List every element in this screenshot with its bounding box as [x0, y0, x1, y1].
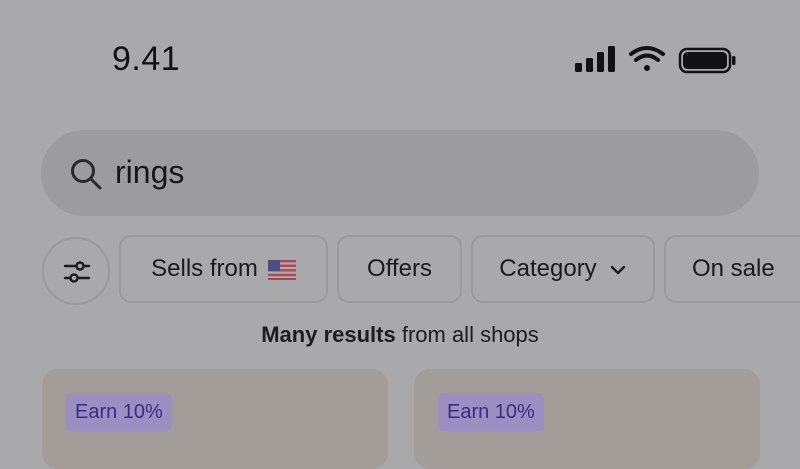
product-card[interactable]: Earn 10% [414, 369, 760, 469]
sliders-icon [63, 261, 91, 283]
earn-badge: Earn 10% [66, 393, 172, 431]
earn-badge: Earn 10% [438, 393, 544, 431]
filter-chip-label: On sale [692, 255, 775, 282]
filter-chip-label: Offers [367, 255, 432, 282]
status-icons [573, 44, 743, 80]
search-bar[interactable]: rings [41, 130, 759, 216]
us-flag-icon [267, 259, 296, 280]
battery-icon [678, 47, 736, 74]
filter-chip-sells-from[interactable]: Sells from [119, 235, 328, 303]
filter-settings-button[interactable] [42, 237, 110, 305]
cellular-signal-icon [575, 46, 615, 72]
filter-chip-offers[interactable]: Offers [337, 235, 462, 303]
wifi-icon [629, 46, 665, 71]
search-icon [69, 157, 103, 191]
status-time: 9.41 [112, 40, 181, 78]
chevron-down-icon [609, 255, 627, 283]
filter-chip-label: Category [499, 255, 597, 282]
filter-chip-category[interactable]: Category [471, 235, 655, 303]
filter-chip-on-sale[interactable]: On sale [664, 235, 800, 303]
search-input[interactable]: rings [115, 154, 184, 191]
filter-chip-label: Sells from [151, 255, 258, 282]
results-summary-bold: Many results [261, 322, 396, 347]
product-card[interactable]: Earn 10% [42, 369, 388, 469]
results-summary: Many results from all shops [0, 322, 800, 348]
results-summary-rest: from all shops [395, 322, 539, 347]
